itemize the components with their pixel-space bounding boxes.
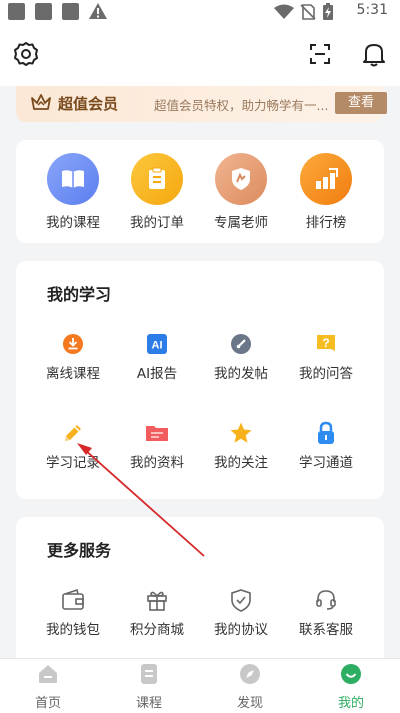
gear-icon [14, 42, 38, 66]
study-item-label: 我的发帖 [214, 366, 268, 382]
my-qa-item[interactable]: ? 我的问答 [284, 332, 368, 382]
vip-banner[interactable]: 超值会员 超值会员特权，助力畅学有一... 查看 [16, 86, 387, 122]
service-item-label: 我的协议 [214, 622, 268, 638]
study-item-label: AI报告 [136, 366, 178, 382]
warning-icon [89, 3, 107, 19]
my-orders-item[interactable]: 我的订单 [115, 153, 199, 231]
ai-report-item[interactable]: AI AI报告 [115, 332, 199, 382]
tab-label: 我的 [337, 696, 364, 711]
vip-view-button[interactable]: 查看 [335, 92, 387, 114]
post-icon [229, 332, 253, 356]
points-mall-item[interactable]: 积分商城 [115, 588, 199, 638]
service-item-label: 我的钱包 [46, 622, 100, 638]
tab-discover[interactable]: 发现 [215, 663, 285, 711]
my-follows-item[interactable]: 我的关注 [199, 421, 283, 471]
my-study-card: 我的学习 离线课程 AI AI报告 我的发帖 ? 我的问答 学习记录 我的资料 … [16, 261, 384, 499]
settings-button[interactable] [12, 40, 40, 68]
quick-action-label: 我的课程 [46, 215, 100, 231]
study-item-label: 我的问答 [299, 366, 353, 382]
pencil-icon [61, 421, 85, 445]
my-agreement-item[interactable]: 我的协议 [199, 588, 283, 638]
bottom-tab-bar: 首页 课程 发现 我的 [0, 658, 400, 713]
gift-icon [145, 588, 169, 612]
svg-text:?: ? [322, 336, 329, 350]
headset-icon [314, 588, 338, 612]
notification-square-icon [35, 3, 52, 20]
vip-description: 超值会员特权，助力畅学有一... [154, 98, 329, 113]
quick-action-label: 专属老师 [214, 215, 268, 231]
discover-icon [240, 664, 260, 684]
ai-report-icon: AI [145, 332, 169, 356]
exclusive-teacher-item[interactable]: 专属老师 [199, 153, 283, 231]
notification-square-icon [62, 3, 79, 20]
service-item-label: 联系客服 [299, 622, 353, 638]
notifications-button[interactable] [360, 40, 388, 68]
wallet-icon [61, 588, 85, 612]
home-icon [39, 665, 57, 683]
book-icon [47, 153, 99, 205]
scan-button[interactable] [306, 40, 334, 68]
ranking-icon [300, 153, 352, 205]
study-item-label: 学习通道 [299, 455, 353, 471]
bell-icon [363, 44, 385, 67]
more-services-title: 更多服务 [47, 541, 112, 560]
tab-courses[interactable]: 课程 [114, 663, 184, 711]
crown-icon [31, 94, 51, 110]
profile-icon [341, 664, 361, 684]
download-icon [61, 332, 85, 356]
more-services-card: 更多服务 我的钱包 积分商城 我的协议 联系客服 [16, 517, 384, 667]
profile-header [0, 24, 400, 86]
study-channel-item[interactable]: 学习通道 [284, 421, 368, 471]
status-time: 5:31 [356, 2, 388, 18]
tab-label: 首页 [34, 696, 61, 711]
ranking-item[interactable]: 排行榜 [284, 153, 368, 231]
study-record-item[interactable]: 学习记录 [31, 421, 115, 471]
tab-mine[interactable]: 我的 [316, 663, 386, 711]
shield-check-icon [229, 588, 253, 612]
quick-actions-card: 我的课程 我的订单 专属老师 排行榜 [16, 140, 384, 243]
study-item-label: 离线课程 [46, 366, 100, 382]
no-sim-icon [300, 4, 316, 20]
tab-label: 发现 [236, 696, 263, 711]
my-posts-item[interactable]: 我的发帖 [199, 332, 283, 382]
wifi-icon [274, 4, 294, 19]
offline-courses-item[interactable]: 离线课程 [31, 332, 115, 382]
customer-service-item[interactable]: 联系客服 [284, 588, 368, 638]
vip-title: 超值会员 [58, 95, 119, 113]
my-materials-item[interactable]: 我的资料 [115, 421, 199, 471]
my-courses-item[interactable]: 我的课程 [31, 153, 115, 231]
svg-text:AI: AI [152, 340, 163, 352]
study-item-label: 学习记录 [46, 455, 100, 471]
folder-icon [145, 421, 169, 445]
tab-label: 课程 [135, 696, 162, 711]
question-icon: ? [314, 332, 338, 356]
status-bar: 5:31 [0, 0, 400, 24]
star-icon [229, 421, 253, 445]
my-wallet-item[interactable]: 我的钱包 [31, 588, 115, 638]
course-icon [141, 664, 157, 684]
study-item-label: 我的资料 [130, 455, 184, 471]
teacher-icon [215, 153, 267, 205]
tab-home[interactable]: 首页 [13, 663, 83, 711]
study-item-label: 我的关注 [214, 455, 268, 471]
service-item-label: 积分商城 [130, 622, 184, 638]
order-icon [131, 153, 183, 205]
lock-icon [314, 421, 338, 445]
my-study-title: 我的学习 [47, 285, 112, 304]
battery-charging-icon [323, 3, 333, 20]
quick-action-label: 排行榜 [305, 215, 347, 231]
notification-square-icon [8, 3, 25, 20]
scan-icon [310, 44, 330, 64]
quick-action-label: 我的订单 [130, 215, 184, 231]
